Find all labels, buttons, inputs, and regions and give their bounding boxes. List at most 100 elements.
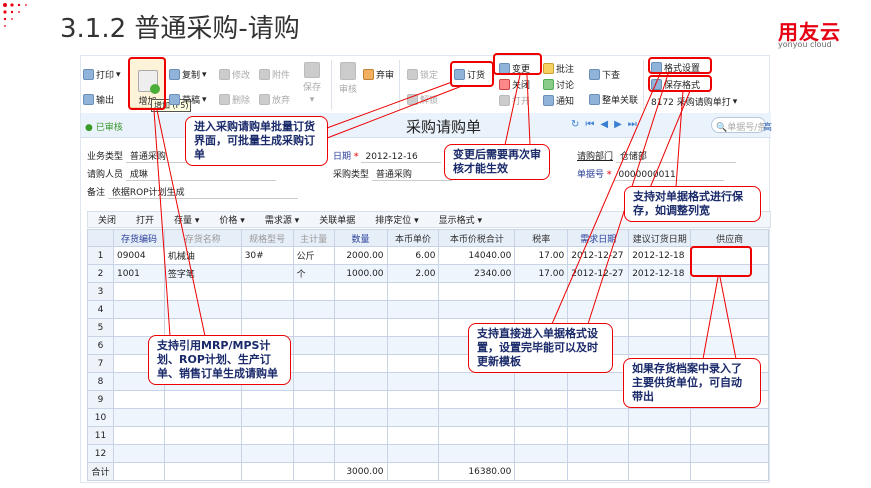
column-header[interactable]: 存货编码: [112, 229, 165, 247]
discuss-button[interactable]: 讨论: [543, 78, 574, 91]
table-cell[interactable]: [163, 390, 242, 409]
table-cell[interactable]: [628, 444, 692, 463]
column-header[interactable]: 本币价税合计: [438, 229, 516, 247]
table-cell[interactable]: [333, 444, 388, 463]
table-cell[interactable]: [514, 300, 569, 319]
grid-toolbar-item[interactable]: 存量 ▾: [164, 213, 209, 226]
unlock-button[interactable]: 解锁: [407, 93, 438, 106]
table-cell[interactable]: [514, 408, 569, 427]
table-cell[interactable]: 签字笔: [163, 264, 242, 283]
grid-toolbar-item[interactable]: 价格 ▾: [209, 213, 254, 226]
table-row[interactable]: 4: [87, 300, 769, 319]
column-header[interactable]: 税率: [514, 229, 569, 247]
table-cell[interactable]: [438, 408, 516, 427]
draft-button[interactable]: 草稿 ▾: [169, 93, 207, 106]
table-cell[interactable]: [163, 282, 242, 301]
refresh-icon[interactable]: ↻: [571, 119, 585, 130]
table-cell[interactable]: [163, 444, 242, 463]
table-cell[interactable]: [690, 318, 769, 337]
table-cell[interactable]: [690, 336, 769, 355]
table-row[interactable]: 12: [87, 444, 769, 463]
approve-note-button[interactable]: 批注: [543, 62, 574, 75]
table-cell[interactable]: [628, 300, 692, 319]
search-input[interactable]: 🔍单据号/条码: [711, 117, 766, 133]
table-cell[interactable]: 2340.00: [438, 264, 516, 283]
grid-toolbar-item[interactable]: 显示格式 ▾: [429, 213, 492, 226]
table-cell[interactable]: 合计: [87, 462, 114, 481]
attach-button[interactable]: 附件: [259, 68, 290, 81]
date-field[interactable]: 日期 * 2012-12-16: [333, 149, 442, 163]
table-cell[interactable]: [438, 444, 516, 463]
prev-record-icon[interactable]: ◀: [600, 119, 614, 130]
grid-toolbar-item[interactable]: 打开: [126, 213, 164, 226]
table-cell[interactable]: 7: [87, 354, 114, 373]
table-cell[interactable]: [240, 264, 294, 283]
next-record-icon[interactable]: ▶: [614, 119, 628, 130]
requester-field[interactable]: 请购人员 成琳: [87, 167, 276, 181]
purchase-type-field[interactable]: 采购类型 普通采购: [333, 167, 452, 181]
table-cell[interactable]: 2.00: [386, 264, 440, 283]
table-cell[interactable]: [240, 426, 294, 445]
table-cell[interactable]: [292, 462, 335, 481]
table-cell[interactable]: [567, 282, 630, 301]
open-button[interactable]: 打开: [499, 94, 530, 107]
table-cell[interactable]: [240, 408, 294, 427]
advanced-link[interactable]: 高: [763, 120, 772, 133]
record-navigation[interactable]: ↻⏮◀▶⏭: [571, 119, 643, 130]
table-cell[interactable]: [163, 426, 242, 445]
table-cell[interactable]: [292, 390, 335, 409]
table-cell[interactable]: [333, 408, 388, 427]
table-row[interactable]: 2 1001 签字笔个 1000.00 2.00 2340.00 17.00 2012-12-…: [87, 264, 769, 283]
table-cell[interactable]: [333, 372, 388, 391]
table-cell[interactable]: [567, 426, 630, 445]
table-cell[interactable]: [567, 444, 630, 463]
table-cell[interactable]: [292, 336, 335, 355]
table-row[interactable]: 合计 3000.00 16380.00: [87, 462, 769, 481]
table-cell[interactable]: 2012-12-18: [628, 246, 692, 265]
table-cell[interactable]: 2012-12-18: [628, 264, 692, 283]
table-cell[interactable]: [333, 390, 388, 409]
grid-toolbar-item[interactable]: 关联单据: [309, 213, 365, 226]
column-header[interactable]: 数量: [333, 229, 388, 247]
table-cell[interactable]: [438, 426, 516, 445]
table-cell[interactable]: [628, 408, 692, 427]
table-cell[interactable]: [112, 426, 165, 445]
table-cell[interactable]: 4: [87, 300, 114, 319]
table-cell[interactable]: [386, 336, 440, 355]
column-header[interactable]: 供应商: [690, 229, 769, 247]
table-cell[interactable]: [386, 390, 440, 409]
notify-button[interactable]: 通知: [543, 94, 574, 107]
table-cell[interactable]: 3000.00: [333, 462, 388, 481]
table-cell[interactable]: [333, 426, 388, 445]
table-cell[interactable]: [333, 300, 388, 319]
table-cell[interactable]: [333, 336, 388, 355]
column-header[interactable]: 本币单价: [386, 229, 440, 247]
export-button[interactable]: 输出: [83, 93, 114, 106]
table-cell[interactable]: [240, 462, 294, 481]
audit-button[interactable]: 审核: [339, 62, 357, 95]
table-cell[interactable]: [567, 408, 630, 427]
grid-toolbar-item[interactable]: 关闭: [88, 213, 126, 226]
table-cell[interactable]: 17.00: [514, 246, 569, 265]
table-cell[interactable]: [514, 462, 569, 481]
table-cell[interactable]: [386, 300, 440, 319]
table-cell[interactable]: [163, 462, 242, 481]
table-cell[interactable]: 3: [87, 282, 114, 301]
table-cell[interactable]: 2: [87, 264, 114, 283]
table-cell[interactable]: [567, 390, 630, 409]
table-cell[interactable]: [690, 408, 769, 427]
save-button[interactable]: 保存 ▾: [303, 62, 321, 105]
table-cell[interactable]: [514, 444, 569, 463]
table-row[interactable]: 11: [87, 426, 769, 445]
link-button[interactable]: 整单关联: [589, 93, 638, 106]
table-cell[interactable]: [112, 462, 165, 481]
table-cell[interactable]: [163, 300, 242, 319]
table-row[interactable]: 10: [87, 408, 769, 427]
table-cell[interactable]: 12: [87, 444, 114, 463]
table-cell[interactable]: [628, 336, 692, 355]
table-cell[interactable]: 14040.00: [438, 246, 516, 265]
table-cell[interactable]: [438, 372, 516, 391]
table-cell[interactable]: [628, 318, 692, 337]
table-cell[interactable]: [690, 444, 769, 463]
table-cell[interactable]: [240, 282, 294, 301]
